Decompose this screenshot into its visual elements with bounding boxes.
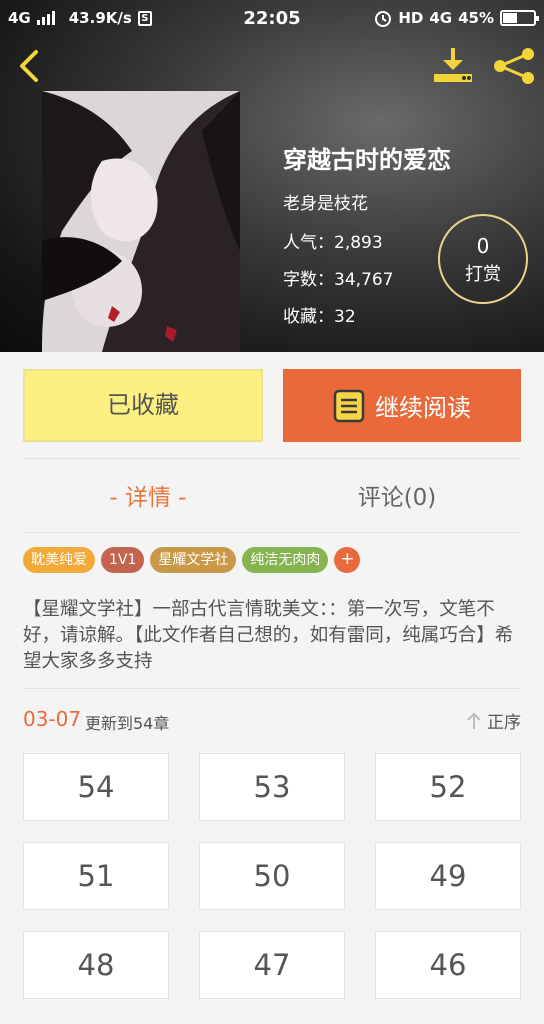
- network-label-right: 4G: [429, 9, 453, 27]
- book-icon: [333, 389, 365, 422]
- download-icon: [434, 48, 472, 82]
- battery-percent: 45%: [458, 9, 494, 27]
- tag[interactable]: 耽美纯爱: [23, 547, 95, 573]
- continue-reading-label: 继续阅读: [375, 394, 471, 422]
- word-count-stat: 字数：34,767: [283, 270, 394, 290]
- status-bar: 4G 43.9K/s S 22:05 HD 4G 45%: [0, 0, 544, 36]
- book-header: 4G 43.9K/s S 22:05 HD 4G 45% 穿越古时的爱恋 老身是…: [0, 0, 544, 352]
- download-button[interactable]: [430, 44, 476, 88]
- tip-count: 0: [476, 234, 490, 258]
- chapter-button[interactable]: 53: [199, 753, 345, 821]
- chapter-button[interactable]: 52: [375, 753, 521, 821]
- chapter-button[interactable]: 48: [23, 931, 169, 999]
- tab-details[interactable]: - 详情 -: [23, 478, 273, 518]
- book-cover-image[interactable]: [42, 91, 240, 352]
- chapter-button[interactable]: 46: [375, 931, 521, 999]
- chapter-button[interactable]: 54: [23, 753, 169, 821]
- tab-comments[interactable]: 评论(0): [272, 478, 522, 518]
- battery-fill: [503, 13, 517, 23]
- tag[interactable]: 星耀文学社: [150, 547, 237, 573]
- chapter-button[interactable]: 49: [375, 842, 521, 910]
- back-button[interactable]: [12, 44, 48, 88]
- tip-label: 打赏: [465, 264, 501, 285]
- sort-button[interactable]: 正序: [465, 708, 521, 733]
- update-date: 03-07: [23, 707, 82, 731]
- arrow-up-icon: [467, 712, 481, 729]
- tag-list: 耽美纯爱 1V1 星耀文学社 纯洁无肉肉 +: [23, 547, 361, 573]
- popularity-stat: 人气：2,893: [283, 233, 383, 253]
- tip-button[interactable]: 0 打赏: [438, 214, 528, 304]
- divider: [23, 458, 521, 459]
- battery-icon: [500, 10, 539, 26]
- favorites-stat: 收藏：32: [283, 307, 356, 327]
- cover-artwork: [42, 91, 240, 352]
- share-icon: [494, 48, 534, 84]
- update-text: 更新到54章: [85, 714, 170, 733]
- continue-reading-button[interactable]: 继续阅读: [283, 369, 521, 442]
- book-title: 穿越古时的爱恋: [283, 146, 451, 174]
- book-description: 【星耀文学社】一部古代言情耽美文：：第一次写，文笔不好，请谅解。【此文作者自己想…: [23, 599, 514, 672]
- chapter-button[interactable]: 51: [23, 842, 169, 910]
- update-row: 03-07 更新到54章 正序: [23, 707, 521, 735]
- alarm-icon: [375, 11, 392, 27]
- chapter-button[interactable]: 47: [199, 931, 345, 999]
- book-detail-screen: 4G 43.9K/s S 22:05 HD 4G 45% 穿越古时的爱恋 老身是…: [0, 0, 544, 1024]
- share-button[interactable]: [490, 44, 538, 88]
- divider: [23, 688, 521, 689]
- tag[interactable]: 纯洁无肉肉: [242, 547, 329, 573]
- tag[interactable]: 1V1: [101, 547, 145, 573]
- chapter-button[interactable]: 50: [199, 842, 345, 910]
- add-tag-button[interactable]: +: [334, 547, 361, 573]
- back-arrow-icon: [20, 50, 38, 82]
- book-author[interactable]: 老身是枝花: [283, 189, 451, 214]
- divider: [23, 532, 521, 533]
- sort-label: 正序: [487, 713, 521, 733]
- book-info: 穿越古时的爱恋 老身是枝花 人气：2,893 字数：34,767 收藏：32: [283, 140, 451, 339]
- hd-label: HD: [398, 9, 424, 27]
- collected-button[interactable]: 已收藏: [23, 369, 263, 442]
